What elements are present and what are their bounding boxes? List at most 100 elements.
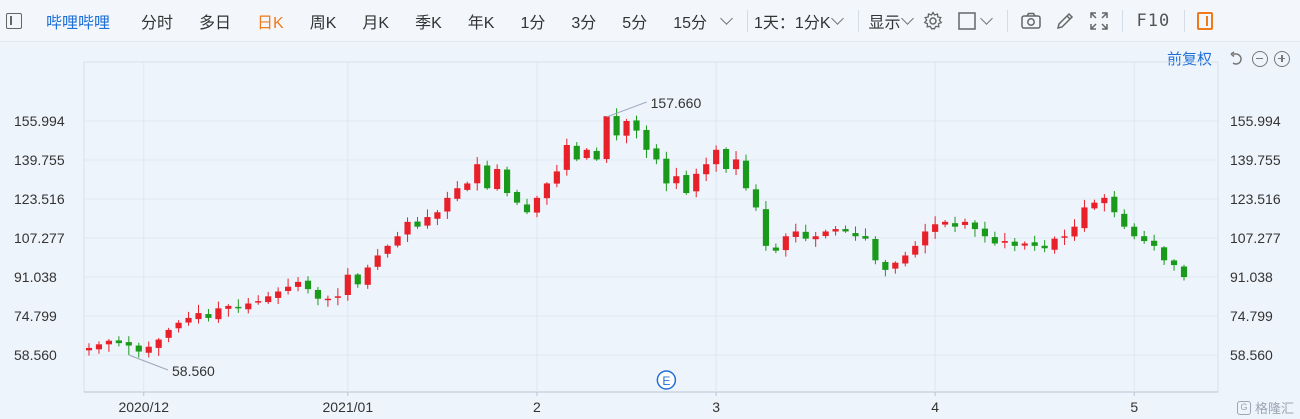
candle-body (135, 345, 142, 352)
candle-body (394, 236, 401, 246)
candle-body (245, 303, 252, 310)
y-tick-label-right: 74.799 (1230, 308, 1273, 324)
candle-body (95, 344, 103, 350)
candle-body (265, 296, 272, 303)
candle-body (494, 169, 501, 190)
candle-body (723, 149, 730, 170)
candle-body (812, 236, 819, 240)
candle-body (1011, 241, 1018, 246)
candle-body (1071, 226, 1078, 237)
candle-body (155, 339, 162, 348)
candle-body (822, 231, 829, 237)
candle-body (523, 204, 531, 213)
x-tick-label: 2020/12 (118, 399, 169, 415)
candle-body (872, 239, 879, 261)
candle-body (404, 221, 411, 235)
candle-body (125, 342, 132, 346)
candle-body (374, 255, 381, 267)
x-tick-label: 4 (931, 399, 939, 415)
candle-body (862, 236, 869, 239)
max-annotation-label: 157.660 (651, 95, 702, 111)
candle-body (902, 255, 909, 264)
candle-body (1051, 238, 1058, 250)
candle-body (633, 120, 640, 131)
y-tick-label-left: 58.560 (14, 347, 57, 363)
candle-body (991, 237, 998, 244)
candle-body (464, 183, 471, 190)
candle-body (454, 188, 461, 199)
candle-body (1021, 243, 1028, 246)
candle-body (384, 245, 391, 254)
candle-body (942, 221, 949, 225)
y-tick-label-left: 123.516 (14, 191, 65, 207)
x-tick-label: 2021/01 (323, 399, 374, 415)
candle-body (105, 340, 112, 345)
watermark: G 格隆汇 (1236, 398, 1294, 417)
candle-body (1031, 242, 1038, 246)
candle-body (1081, 207, 1088, 229)
y-tick-label-right: 91.038 (1230, 269, 1273, 285)
candle-body (1161, 247, 1168, 261)
candle-body (752, 189, 760, 208)
candle-body (334, 296, 341, 298)
candle-body (185, 317, 192, 323)
candle-body (663, 158, 670, 184)
y-tick-label-left: 74.799 (14, 308, 57, 324)
candle-body (1180, 266, 1188, 278)
plot-frame (83, 61, 1219, 393)
candle-body (583, 149, 590, 159)
candle-body (623, 120, 630, 136)
x-tick-label: 5 (1130, 399, 1138, 415)
candle-body (643, 129, 650, 150)
candle-body (195, 313, 202, 320)
candle-body (742, 160, 750, 189)
candle-body (1041, 245, 1048, 249)
candle-body (165, 329, 172, 338)
candle-body (255, 301, 262, 303)
candle-body (951, 223, 959, 227)
min-annotation-label: 58.560 (172, 363, 215, 379)
candle-body (932, 224, 939, 232)
candle-body (543, 183, 550, 199)
candle-body (971, 222, 979, 230)
candle-body (922, 231, 929, 246)
watermark-logo-icon: G (1236, 400, 1251, 415)
candle-body (693, 173, 700, 192)
candle-body (314, 289, 322, 299)
y-tick-label-left: 91.038 (14, 269, 57, 285)
candle-body (772, 247, 779, 251)
y-tick-label-left: 139.755 (14, 152, 65, 168)
candle-body (1131, 226, 1138, 237)
candlestick-chart[interactable]: 58.560 58.560 74.799 74.799 91.038 91.038 107.… (0, 0, 1300, 419)
y-tick-label-right: 139.755 (1230, 152, 1281, 168)
watermark-text: 格隆汇 (1254, 401, 1294, 416)
candle-body (145, 346, 152, 353)
candle-body (573, 145, 580, 160)
candle-body (513, 191, 521, 203)
candle-body (115, 340, 122, 344)
candle-body (792, 231, 799, 237)
candle-body (912, 245, 919, 255)
candle-body (364, 267, 371, 285)
candle-body (424, 217, 431, 226)
candle-body (703, 164, 710, 175)
candle-body (85, 347, 93, 351)
candle-body (344, 274, 351, 296)
candle-body (563, 145, 570, 170)
candle-body (1170, 260, 1178, 266)
y-tick-label-left: 155.994 (14, 113, 65, 129)
y-tick-label-left: 107.277 (14, 230, 65, 246)
candle-body (205, 314, 212, 318)
candle-body (852, 233, 859, 237)
candle-body (324, 298, 331, 301)
candle-body (414, 221, 421, 227)
candle-body (434, 212, 441, 219)
candle-body (732, 159, 740, 170)
candle-body (553, 171, 560, 184)
candle-body (533, 197, 541, 213)
candle-body (842, 229, 849, 232)
y-tick-label-right: 123.516 (1230, 191, 1281, 207)
candle-body (653, 148, 660, 160)
candle-body (613, 116, 620, 136)
candle-body (892, 262, 899, 269)
